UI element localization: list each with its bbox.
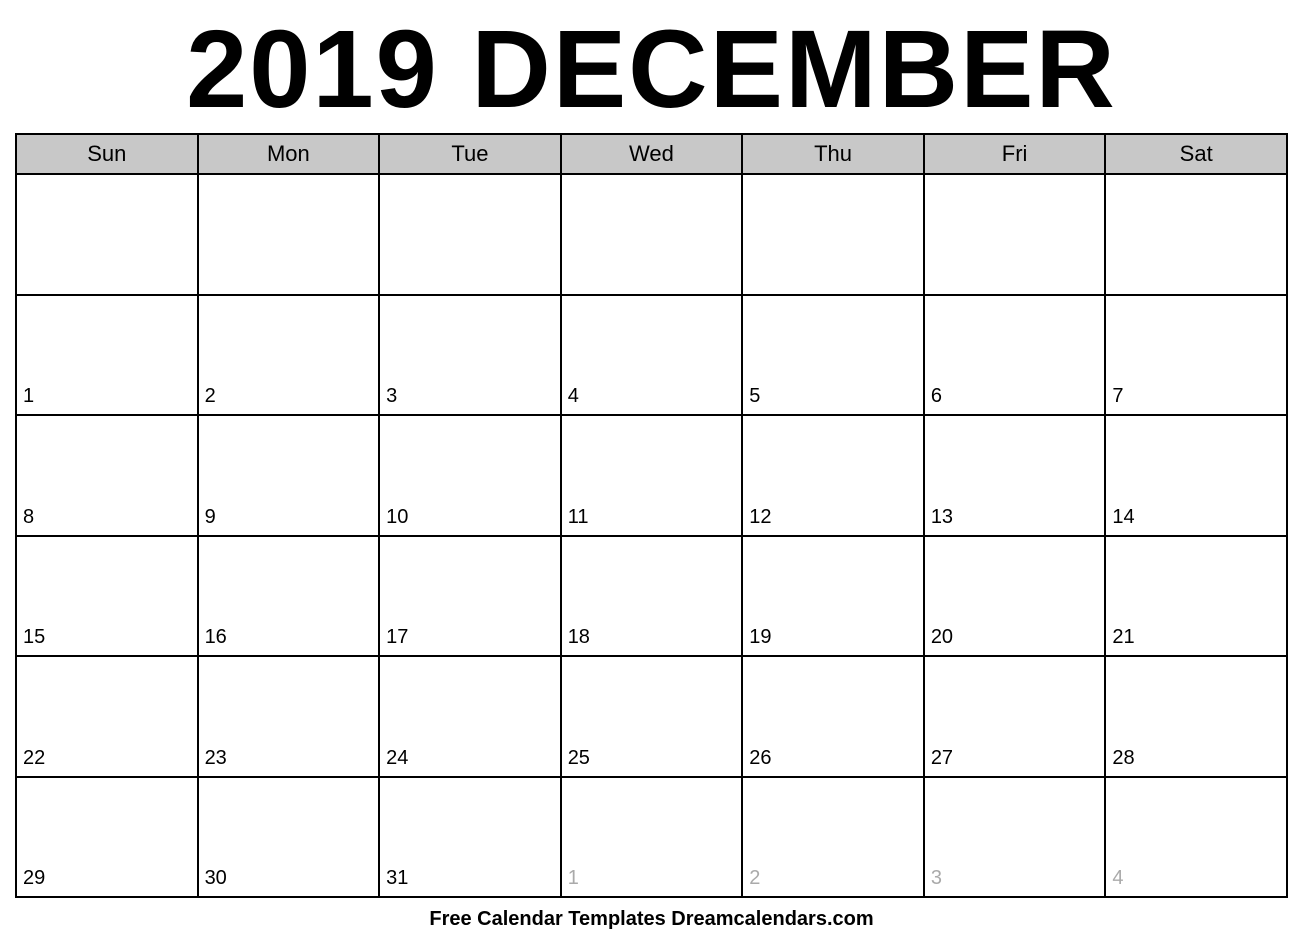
calendar-cell[interactable]: 2 <box>742 777 924 898</box>
calendar-cell[interactable]: 23 <box>198 656 380 777</box>
calendar-cell[interactable]: 19 <box>742 536 924 657</box>
calendar-cell[interactable]: 7 <box>1105 295 1287 416</box>
day-header-fri: Fri <box>924 134 1106 174</box>
calendar-cell[interactable] <box>742 174 924 295</box>
footer-text: Free Calendar Templates Dreamcalendars.c… <box>15 898 1288 935</box>
calendar-cell[interactable]: 1 <box>16 295 198 416</box>
calendar-cell[interactable]: 26 <box>742 656 924 777</box>
calendar-cell[interactable]: 28 <box>1105 656 1287 777</box>
calendar-cell[interactable] <box>561 174 743 295</box>
week-row-5: 2930311234 <box>16 777 1287 898</box>
day-header-sat: Sat <box>1105 134 1287 174</box>
calendar-cell[interactable]: 4 <box>1105 777 1287 898</box>
calendar-cell[interactable]: 15 <box>16 536 198 657</box>
calendar-cell[interactable]: 17 <box>379 536 561 657</box>
calendar-title: 2019 DECEMBER <box>15 10 1288 133</box>
calendar-cell[interactable]: 8 <box>16 415 198 536</box>
calendar-cell[interactable]: 30 <box>198 777 380 898</box>
calendar-cell[interactable] <box>16 174 198 295</box>
calendar-grid: SunMonTueWedThuFriSat 123456789101112131… <box>15 133 1288 898</box>
week-row-3: 15161718192021 <box>16 536 1287 657</box>
week-row-1: 1234567 <box>16 295 1287 416</box>
calendar-body: 1234567891011121314151617181920212223242… <box>16 174 1287 897</box>
calendar-cell[interactable]: 11 <box>561 415 743 536</box>
calendar-cell[interactable]: 10 <box>379 415 561 536</box>
calendar-cell[interactable]: 3 <box>924 777 1106 898</box>
day-header-mon: Mon <box>198 134 380 174</box>
calendar-cell[interactable]: 25 <box>561 656 743 777</box>
calendar-cell[interactable]: 9 <box>198 415 380 536</box>
days-header-row: SunMonTueWedThuFriSat <box>16 134 1287 174</box>
calendar-cell[interactable]: 12 <box>742 415 924 536</box>
calendar-cell[interactable]: 3 <box>379 295 561 416</box>
calendar-cell[interactable]: 6 <box>924 295 1106 416</box>
calendar-cell[interactable]: 13 <box>924 415 1106 536</box>
week-row-2: 891011121314 <box>16 415 1287 536</box>
calendar-cell[interactable]: 21 <box>1105 536 1287 657</box>
calendar-cell[interactable]: 20 <box>924 536 1106 657</box>
calendar-cell[interactable]: 22 <box>16 656 198 777</box>
calendar-cell[interactable] <box>379 174 561 295</box>
calendar-cell[interactable] <box>198 174 380 295</box>
calendar-cell[interactable]: 14 <box>1105 415 1287 536</box>
week-row-4: 22232425262728 <box>16 656 1287 777</box>
day-header-sun: Sun <box>16 134 198 174</box>
calendar-cell[interactable]: 27 <box>924 656 1106 777</box>
calendar-cell[interactable]: 29 <box>16 777 198 898</box>
calendar-cell[interactable]: 4 <box>561 295 743 416</box>
calendar-cell[interactable] <box>924 174 1106 295</box>
day-header-wed: Wed <box>561 134 743 174</box>
day-header-tue: Tue <box>379 134 561 174</box>
calendar-cell[interactable] <box>1105 174 1287 295</box>
calendar-cell[interactable]: 2 <box>198 295 380 416</box>
calendar-cell[interactable]: 24 <box>379 656 561 777</box>
calendar-cell[interactable]: 31 <box>379 777 561 898</box>
week-row-0 <box>16 174 1287 295</box>
calendar-cell[interactable]: 1 <box>561 777 743 898</box>
day-header-thu: Thu <box>742 134 924 174</box>
calendar-cell[interactable]: 5 <box>742 295 924 416</box>
calendar-cell[interactable]: 16 <box>198 536 380 657</box>
calendar-container: 2019 DECEMBER SunMonTueWedThuFriSat 1234… <box>0 0 1303 945</box>
calendar-cell[interactable]: 18 <box>561 536 743 657</box>
